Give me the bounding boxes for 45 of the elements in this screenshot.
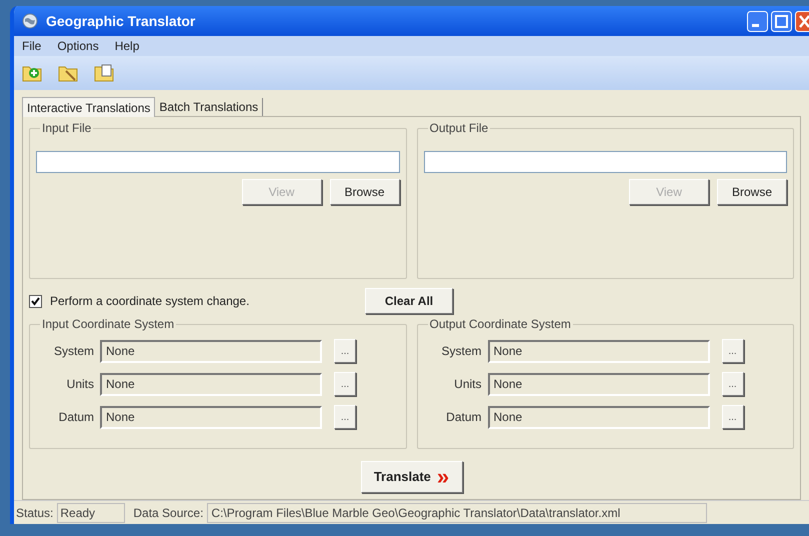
browse-button[interactable]: Browse — [330, 179, 400, 205]
group-title: Input Coordinate System — [41, 316, 176, 333]
clear-all-button[interactable]: Clear All — [365, 288, 453, 314]
field-label: System — [52, 343, 94, 360]
field-label: Units — [453, 376, 482, 393]
ellipsis-button[interactable]: ... — [722, 339, 744, 363]
double-arrow-icon: » — [436, 466, 450, 488]
status-label: Status: — [16, 504, 54, 522]
data-source-path: C:\Program Files\Blue Marble Geo\Geographic Translator\Data\translator.xml — [207, 502, 708, 522]
folder-page-icon[interactable] — [94, 62, 116, 84]
ellipsis-button[interactable]: ... — [334, 339, 356, 363]
field-label: Units — [66, 376, 94, 393]
readonly-field[interactable]: None — [488, 406, 710, 428]
data-source-label: Data Source: — [133, 504, 204, 522]
translate-button[interactable]: Translate » — [360, 461, 462, 493]
group-title: Input File — [41, 120, 92, 137]
field-label: Datum — [445, 409, 482, 426]
window-title: Geographic Translator — [46, 12, 196, 31]
ellipsis-button[interactable]: ... — [334, 372, 356, 396]
readonly-field[interactable]: None — [100, 340, 322, 362]
minimize-icon[interactable] — [747, 10, 768, 32]
menu-item[interactable]: Help — [114, 37, 140, 55]
checkbox-label: Perform a coordinate system change. — [50, 293, 250, 310]
status-value: Ready — [57, 502, 126, 522]
readonly-field[interactable]: None — [100, 406, 322, 428]
group-title: Output File — [428, 120, 490, 137]
file-path-field[interactable] — [36, 151, 400, 173]
field-label: Datum — [58, 409, 94, 426]
menu-item[interactable]: File — [22, 37, 42, 55]
checkbox[interactable] — [29, 294, 42, 308]
group-title: Output Coordinate System — [428, 316, 572, 333]
maximize-icon[interactable] — [771, 10, 792, 32]
readonly-field[interactable]: None — [488, 340, 710, 362]
readonly-field[interactable]: None — [100, 372, 322, 396]
file-path-field[interactable] — [424, 151, 787, 173]
globe-icon — [22, 13, 38, 29]
tab[interactable]: Interactive Translations — [22, 97, 156, 117]
ellipsis-button[interactable]: ... — [722, 405, 744, 429]
ellipsis-button[interactable]: ... — [722, 372, 744, 396]
ellipsis-button[interactable]: ... — [334, 405, 356, 429]
browse-button[interactable]: Browse — [717, 179, 787, 205]
menu-item[interactable]: Options — [57, 37, 99, 55]
field-label: System — [440, 343, 482, 360]
readonly-field[interactable]: None — [488, 372, 710, 396]
close-icon[interactable] — [795, 10, 809, 32]
